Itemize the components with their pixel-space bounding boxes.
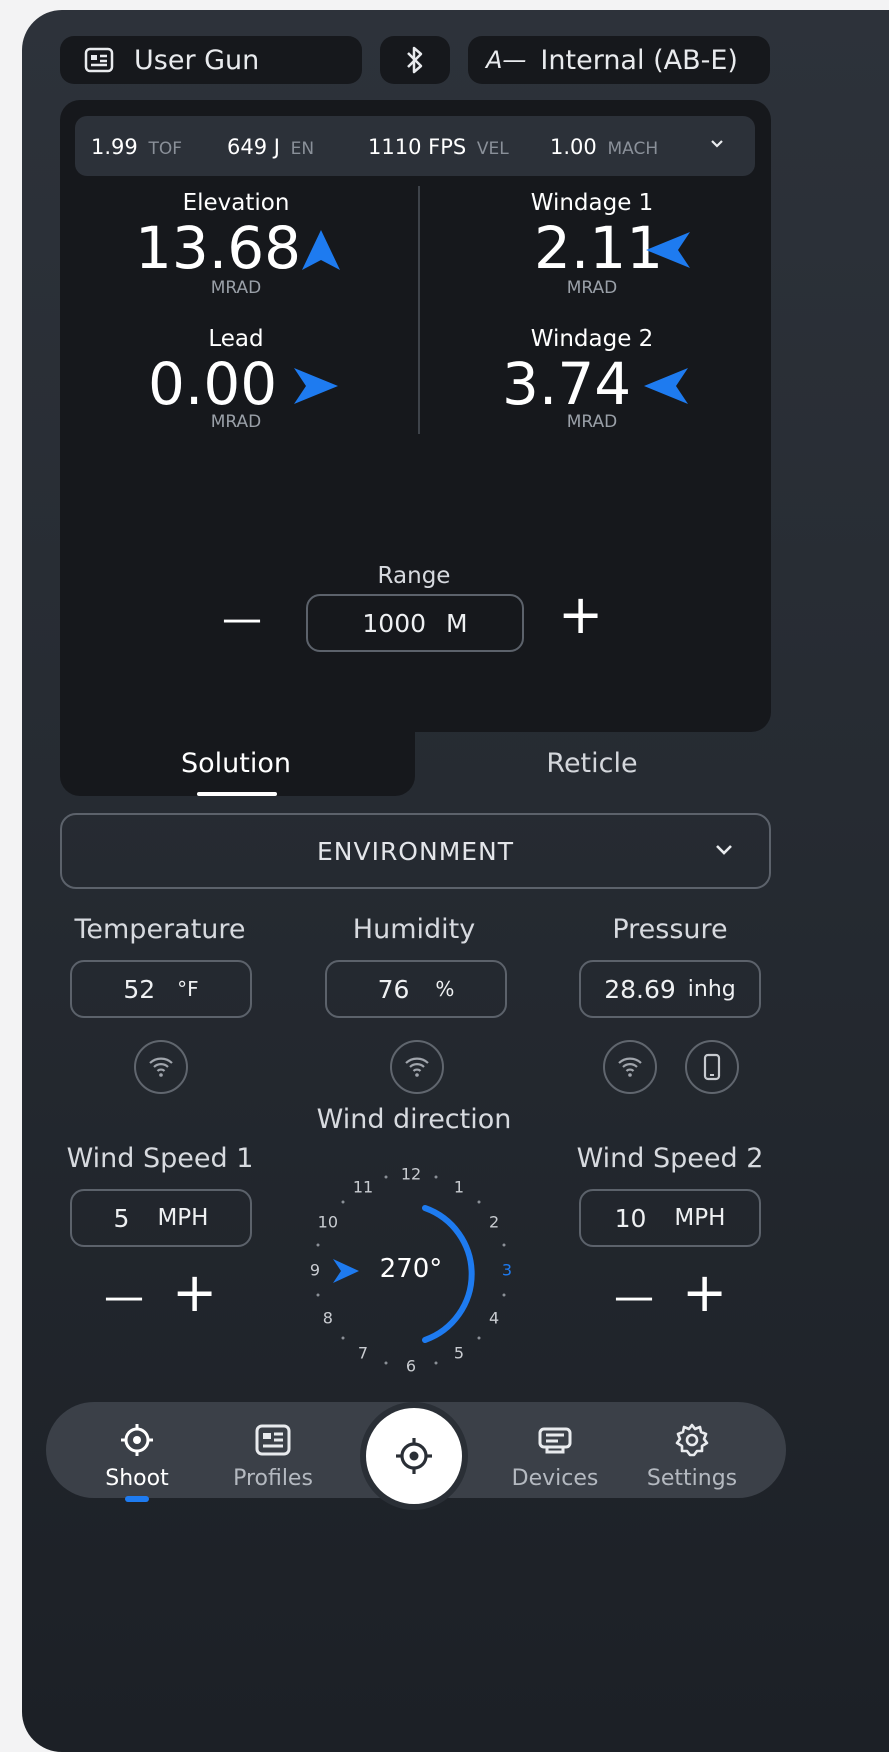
dial-tick <box>502 1293 506 1297</box>
pressure-label: Pressure <box>612 914 728 945</box>
windage2-label: Windage 2 <box>530 326 654 352</box>
profile-name: User Gun <box>134 44 260 76</box>
dial-hour-9: 9 <box>309 1260 321 1280</box>
device-selector[interactable]: A— Internal (AB-E) <box>468 36 770 84</box>
wind-speed1-plus-button[interactable]: + <box>172 1266 217 1320</box>
dial-hour-8: 8 <box>322 1308 333 1328</box>
arrow-left-icon <box>644 230 692 270</box>
bluetooth-button[interactable] <box>380 36 450 84</box>
chevron-down-icon[interactable] <box>709 138 725 150</box>
wind-direction-label: Wind direction <box>316 1104 512 1135</box>
dial-tick <box>341 1336 345 1340</box>
stat-velocity: 1110 FPS VEL <box>368 135 509 159</box>
wifi-icon[interactable] <box>390 1040 444 1094</box>
solution-divider <box>418 186 420 434</box>
dial-tick <box>316 1293 320 1297</box>
crosshair-icon <box>119 1422 155 1458</box>
range-minus-button[interactable]: — <box>222 596 262 642</box>
profile-card-icon <box>255 1424 291 1456</box>
stat-tof: 1.99 TOF <box>91 135 182 159</box>
phone-sensor-icon[interactable] <box>685 1040 739 1094</box>
dial-tick <box>477 1200 481 1204</box>
dial-tick <box>384 1361 388 1365</box>
wind-speed2-label: Wind Speed 2 <box>576 1143 764 1174</box>
stat-energy: 649 J EN <box>227 135 315 159</box>
dial-hour-1: 1 <box>453 1177 465 1197</box>
tab-solution-indicator <box>197 792 277 796</box>
profile-card-icon <box>84 47 114 73</box>
devices-icon <box>537 1424 573 1456</box>
pressure-input[interactable]: 28.69 inhg <box>579 960 761 1018</box>
wind-speed2-input[interactable]: 10 MPH <box>579 1189 761 1247</box>
chevron-down-icon <box>714 843 734 857</box>
range-plus-button[interactable]: + <box>558 588 603 642</box>
center-fire-button-face <box>366 1408 462 1504</box>
range-input[interactable]: 1000 M <box>306 594 524 652</box>
windage2-unit: MRAD <box>566 412 618 432</box>
tab-solution[interactable]: Solution <box>136 748 336 779</box>
dial-hour-3: 3 <box>501 1260 513 1280</box>
dial-tick <box>502 1243 506 1247</box>
dial-tick <box>341 1200 345 1204</box>
bluetooth-icon <box>405 45 425 75</box>
nav-active-indicator <box>125 1496 149 1502</box>
arrow-left-icon <box>642 366 690 406</box>
dial-hour-5: 5 <box>453 1343 465 1363</box>
wind-speed2-plus-button[interactable]: + <box>682 1266 727 1320</box>
dial-tick <box>316 1243 320 1247</box>
dial-hour-7: 7 <box>357 1343 369 1363</box>
dial-hour-2: 2 <box>489 1212 500 1232</box>
wifi-icon[interactable] <box>134 1040 188 1094</box>
dial-tick <box>434 1175 438 1179</box>
wind-direction-value: 270° <box>379 1254 443 1284</box>
nav-label-settings: Settings <box>646 1466 738 1491</box>
wind-direction-dial[interactable]: 270° 12 1 2 3 4 5 6 7 8 9 10 11 <box>291 1150 531 1390</box>
nav-label-shoot: Shoot <box>105 1466 169 1491</box>
wind-speed1-minus-button[interactable]: — <box>104 1274 144 1320</box>
ballistics-stats-bar[interactable]: 1.99 TOF 649 J EN 1110 FPS VEL 1.00 MACH <box>75 116 755 176</box>
dial-hour-4: 4 <box>489 1308 500 1328</box>
dial-tick <box>477 1336 481 1340</box>
dial-hour-12: 12 <box>400 1164 422 1184</box>
stat-mach: 1.00 MACH <box>550 135 659 159</box>
crosshair-icon <box>394 1436 434 1476</box>
nav-label-profiles: Profiles <box>233 1466 313 1491</box>
gear-icon <box>674 1422 710 1458</box>
lead-unit: MRAD <box>210 412 262 432</box>
range-label: Range <box>377 563 451 589</box>
wifi-icon[interactable] <box>603 1040 657 1094</box>
humidity-label: Humidity <box>352 914 476 945</box>
windage1-unit: MRAD <box>566 278 618 298</box>
dial-hour-10: 10 <box>317 1212 339 1232</box>
humidity-input[interactable]: 76 % <box>325 960 507 1018</box>
dial-tick <box>434 1361 438 1365</box>
environment-section-toggle[interactable]: ENVIRONMENT <box>60 813 771 889</box>
elevation-unit: MRAD <box>210 278 262 298</box>
lead-label: Lead <box>208 326 264 352</box>
device-brand-logo: A— <box>486 46 527 74</box>
windage2-value: 3.74 <box>502 350 632 418</box>
arrow-right-icon <box>292 366 340 406</box>
center-fire-button[interactable] <box>360 1402 468 1510</box>
environment-title: ENVIRONMENT <box>316 836 515 866</box>
lead-value: 0.00 <box>148 350 278 418</box>
app-screen: User Gun A— Internal (AB-E) 1.99 TOF 649… <box>22 10 889 1752</box>
elevation-label: Elevation <box>182 190 290 216</box>
dial-hour-6: 6 <box>405 1356 417 1376</box>
temperature-label: Temperature <box>74 914 246 945</box>
profile-selector[interactable]: User Gun <box>60 36 362 84</box>
wind-speed1-label: Wind Speed 1 <box>66 1143 254 1174</box>
dial-tick <box>384 1175 388 1179</box>
tab-reticle[interactable]: Reticle <box>492 748 692 779</box>
device-name: Internal (AB-E) <box>540 44 738 76</box>
dial-hour-11: 11 <box>352 1177 374 1197</box>
elevation-value: 13.68 <box>135 214 302 282</box>
temperature-input[interactable]: 52 °F <box>70 960 252 1018</box>
wind-speed1-input[interactable]: 5 MPH <box>70 1189 252 1247</box>
nav-label-devices: Devices <box>511 1466 599 1491</box>
wind-speed2-minus-button[interactable]: — <box>614 1274 654 1320</box>
arrow-up-icon <box>300 228 342 272</box>
windage1-label: Windage 1 <box>530 190 654 216</box>
